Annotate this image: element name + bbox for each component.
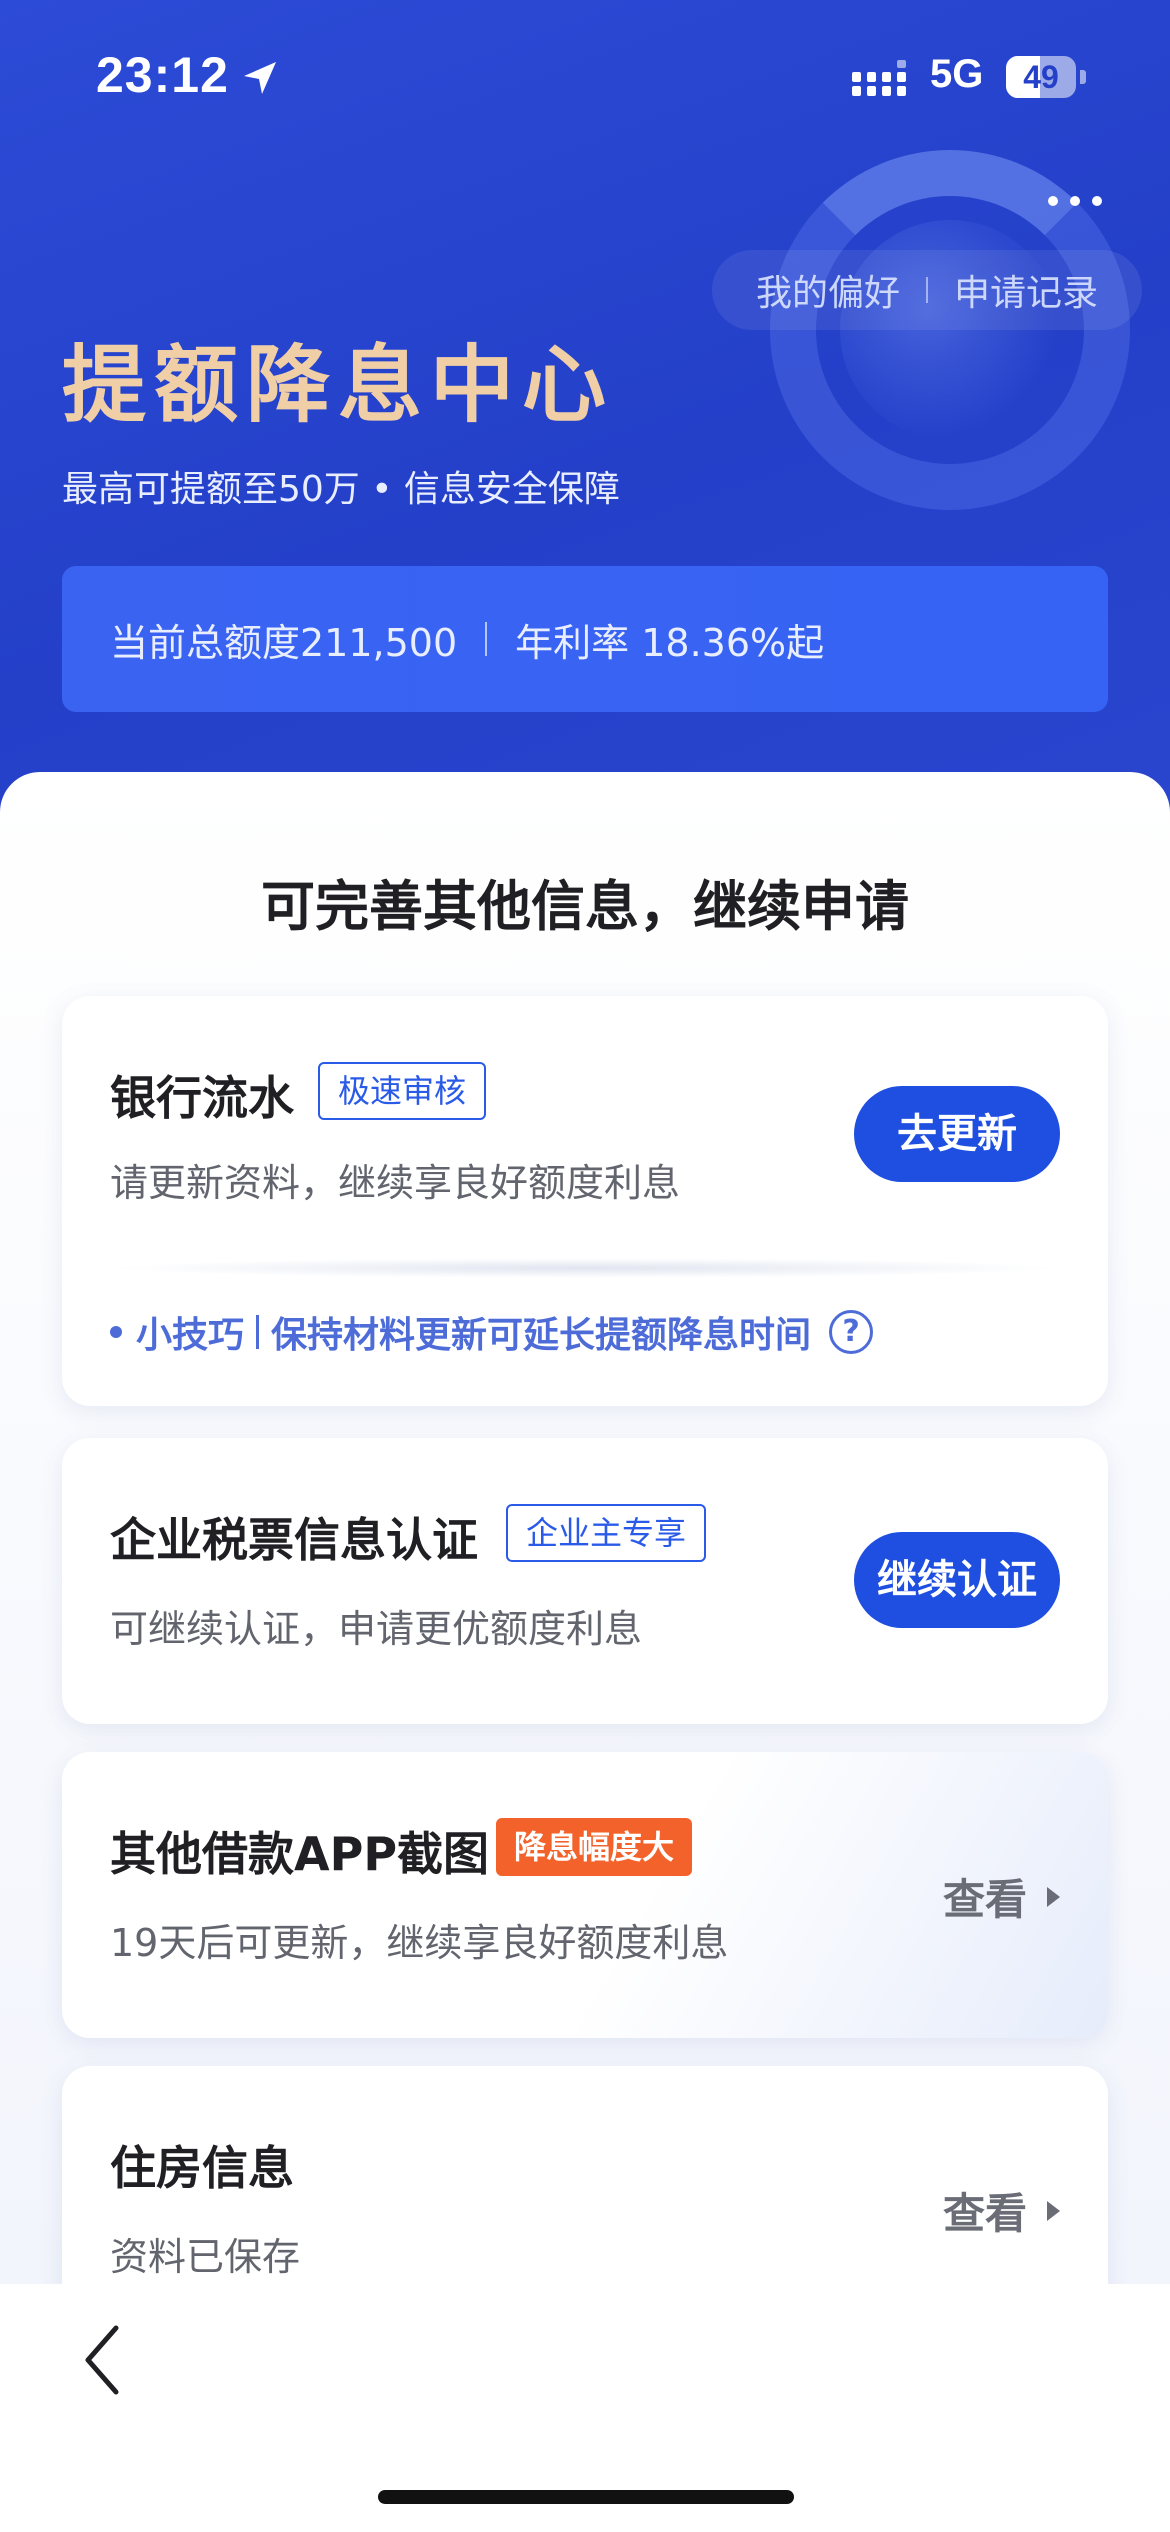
chevron-left-icon[interactable] <box>78 2320 128 2400</box>
card-tag: 降息幅度大 <box>496 1818 693 1876</box>
tip-label: 小技巧 <box>136 1315 245 1356</box>
battery-tip <box>1080 70 1086 84</box>
tip-text: 保持材料更新可延长提额降息时间 <box>271 1315 812 1356</box>
card-desc: 19天后可更新，继续享良好额度利息 <box>110 1921 729 1965</box>
triangle-right-icon <box>1047 2200 1060 2221</box>
card-loan-app-screenshot: 其他借款APP截图 降息幅度大 19天后可更新，继续享良好额度利息 查看 <box>62 1752 1108 2038</box>
bottom-nav-bar <box>0 2284 1170 2532</box>
card-tax-invoice: 企业税票信息认证 企业主专享 可继续认证，申请更优额度利息 继续认证 <box>62 1438 1108 1724</box>
card-title: 其他借款APP截图 <box>110 1827 490 1881</box>
page-subtitle: 最高可提额至50万 • 信息安全保障 <box>62 469 620 510</box>
card-title: 企业税票信息认证 <box>110 1513 478 1567</box>
continue-verify-button[interactable]: 继续认证 <box>854 1532 1060 1628</box>
more-dots-icon[interactable] <box>1040 180 1110 220</box>
content-sheet: 可完善其他信息，继续申请 银行流水 极速审核 请更新资料，继续享良好额度利息 去… <box>0 772 1170 2392</box>
card-desc: 请更新资料，继续享良好额度利息 <box>110 1161 681 1205</box>
quota-divider <box>485 622 488 656</box>
card-desc: 可继续认证，申请更优额度利息 <box>110 1607 643 1651</box>
view-link[interactable]: 查看 <box>943 2180 1060 2241</box>
card-tag: 极速审核 <box>318 1062 487 1120</box>
battery-icon: 49 <box>1006 56 1076 98</box>
section-title: 可完善其他信息，继续申请 <box>261 875 909 938</box>
card-title: 银行流水 <box>110 1071 294 1125</box>
network-label: 5G <box>930 52 984 96</box>
annual-rate: 年利率 18.36%起 <box>515 620 825 665</box>
view-label: 查看 <box>942 1875 1027 1924</box>
battery-level: 49 <box>1023 59 1059 95</box>
card-tag: 企业主专享 <box>506 1504 707 1562</box>
tip-row: 小技巧 保持材料更新可延长提额降息时间 ? <box>110 1306 874 1358</box>
application-records-link[interactable]: 申请记录 <box>954 264 1098 316</box>
preferences-link[interactable]: 我的偏好 <box>756 264 900 316</box>
tip-bullet <box>110 1326 122 1338</box>
total-quota: 当前总额度211,500 <box>110 620 458 665</box>
triangle-right-icon <box>1047 1886 1060 1907</box>
quota-bar: 当前总额度211,500 年利率 18.36%起 <box>62 566 1108 712</box>
card-desc: 资料已保存 <box>110 2235 301 2279</box>
status-bar: 23:12 5G 49 <box>0 0 1170 150</box>
tip-separator <box>256 1315 260 1349</box>
view-link[interactable]: 查看 <box>943 1866 1060 1927</box>
top-links: 我的偏好 申请记录 <box>712 250 1142 330</box>
help-circle-icon[interactable]: ? <box>829 1310 874 1354</box>
location-arrow-icon <box>244 62 276 94</box>
link-divider <box>926 277 928 303</box>
card-bank-statement: 银行流水 极速审核 请更新资料，继续享良好额度利息 去更新 小技巧 保持材料更新… <box>62 996 1108 1406</box>
card-title: 住房信息 <box>110 2141 294 2195</box>
page-title: 提额降息中心 <box>62 335 615 434</box>
status-time: 23:12 <box>96 47 229 103</box>
view-label: 查看 <box>942 2189 1027 2238</box>
header: 23:12 5G 49 我的偏好 申请记录 提额降息中心 最高可提额至50万 •… <box>0 0 1170 840</box>
update-button[interactable]: 去更新 <box>854 1086 1060 1182</box>
home-indicator <box>378 2490 794 2504</box>
tip-divider <box>110 1258 1060 1278</box>
signal-bars-icon <box>852 60 906 96</box>
